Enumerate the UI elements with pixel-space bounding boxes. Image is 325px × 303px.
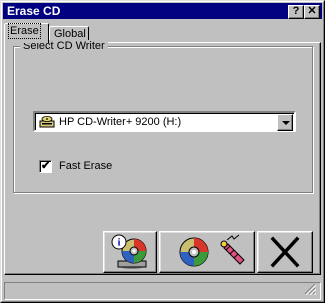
- disc-erase-icon: [160, 234, 254, 275]
- checkmark-icon: ✔: [41, 160, 51, 172]
- fast-erase-label[interactable]: Fast Erase: [59, 160, 112, 173]
- cancel-button[interactable]: [257, 231, 313, 273]
- tab-erase-label: Erase: [8, 23, 41, 39]
- disc-info-icon: i: [104, 234, 156, 275]
- x-icon: [258, 236, 312, 275]
- cd-writer-select[interactable]: HP CD-Writer+ 9200 (H:): [33, 111, 296, 132]
- close-icon: ✕: [307, 5, 317, 17]
- close-button[interactable]: ✕: [304, 5, 320, 19]
- tab-global-label: Global: [54, 28, 86, 40]
- svg-text:i: i: [118, 238, 121, 249]
- fast-erase-checkbox[interactable]: ✔: [39, 160, 52, 173]
- title-bar[interactable]: Erase CD ? ✕: [3, 3, 322, 19]
- status-bar: [4, 282, 321, 300]
- dropdown-arrow-button[interactable]: [277, 114, 293, 131]
- erase-cd-window: Erase CD ? ✕ Erase Global Select CD Writ…: [0, 0, 325, 303]
- erase-disc-button[interactable]: [159, 231, 255, 273]
- window-title: Erase CD: [7, 4, 61, 18]
- help-icon: ?: [292, 5, 300, 17]
- help-button[interactable]: ?: [288, 5, 304, 19]
- disc-info-button[interactable]: i: [103, 231, 157, 273]
- resize-grip-icon[interactable]: [304, 283, 317, 296]
- tab-erase[interactable]: Erase: [4, 23, 49, 43]
- cd-writer-selected-value: HP CD-Writer+ 9200 (H:): [59, 116, 182, 128]
- cd-drive-icon: [39, 115, 55, 132]
